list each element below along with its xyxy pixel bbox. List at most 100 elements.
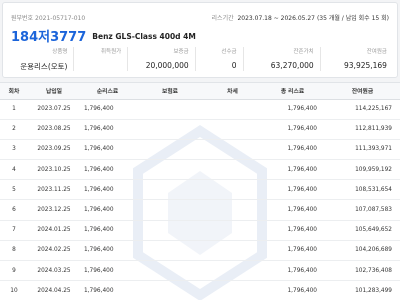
cell-net-lease-fee: 1,796,400 <box>80 179 135 201</box>
cell-vehicle-tax <box>205 139 260 161</box>
summary-acquisition-cost: 취득원가 <box>76 47 125 72</box>
cell-remaining-principal: 114,225,167 <box>325 99 400 120</box>
table-row[interactable]: 10 2024.04.25 1,796,400 1,796,400 101,283,49… <box>0 280 400 300</box>
cell-vehicle-tax <box>205 240 260 262</box>
cell-vehicle-tax <box>205 220 260 241</box>
cell-total-lease-fee: 1,796,400 <box>260 99 325 120</box>
cell-remaining-principal: 101,283,499 <box>325 280 400 300</box>
cell-payment-date: 2024.01.25 <box>28 220 80 241</box>
table-header-row: 회차 납입일 순리스료 보험료 차세 총 리스료 잔여원금 <box>0 83 400 100</box>
cell-vehicle-tax <box>205 280 260 300</box>
table-row[interactable]: 2 2023.08.25 1,796,400 1,796,400 112,811,939 <box>0 119 400 140</box>
table-row[interactable]: 9 2024.03.25 1,796,400 1,796,400 102,736,408 <box>0 260 400 282</box>
summary-label: 취득원가 <box>101 49 122 55</box>
summary-residual-value: 잔존가치 63,270,000 <box>246 47 318 72</box>
cell-installment: 8 <box>0 240 28 262</box>
cell-payment-date: 2023.07.25 <box>28 99 80 120</box>
cell-insurance <box>135 139 205 161</box>
lease-detail-page: 원부번호 2021-05717-010 리스기간 2023.07.18 ~ 20… <box>0 0 400 300</box>
cell-total-lease-fee: 1,796,400 <box>260 179 325 201</box>
cell-vehicle-tax <box>205 179 260 201</box>
contract-summary-card: 원부번호 2021-05717-010 리스기간 2023.07.18 ~ 20… <box>2 2 398 78</box>
summary-label: 상품명 <box>52 49 68 55</box>
cell-vehicle-tax <box>205 159 260 181</box>
summary-value: 운용리스(오토) <box>20 62 68 71</box>
cell-net-lease-fee: 1,796,400 <box>80 220 135 241</box>
summary-label: 잔존가치 <box>293 49 314 55</box>
table-row[interactable]: 6 2023.12.25 1,796,400 1,796,400 107,087,583 <box>0 199 400 221</box>
summary-divider <box>127 47 129 71</box>
cell-total-lease-fee: 1,796,400 <box>260 240 325 262</box>
table-row[interactable]: 7 2024.01.25 1,796,400 1,796,400 105,649,652 <box>0 220 400 241</box>
cell-insurance <box>135 119 205 140</box>
cell-total-lease-fee: 1,796,400 <box>260 119 325 140</box>
summary-value: 63,270,000 <box>270 61 314 70</box>
summary-product: 상품명 운용리스(오토) <box>11 47 71 72</box>
cell-vehicle-tax <box>205 119 260 140</box>
table-row[interactable]: 5 2023.11.25 1,796,400 1,796,400 108,531,654 <box>0 179 400 201</box>
header-net-lease-fee: 순리스료 <box>80 83 135 100</box>
vehicle-model: Benz GLS-Class 400d 4M <box>92 32 196 41</box>
contract-number-row: 원부번호 2021-05717-010 <box>11 13 85 22</box>
cell-insurance <box>135 99 205 120</box>
summary-prepayment: 선수금 0 <box>198 47 241 72</box>
cell-remaining-principal: 112,811,939 <box>325 119 400 140</box>
cell-installment: 5 <box>0 179 28 201</box>
cell-vehicle-tax <box>205 99 260 120</box>
cell-net-lease-fee: 1,796,400 <box>80 199 135 221</box>
cell-insurance <box>135 220 205 241</box>
header-insurance: 보험료 <box>135 83 205 100</box>
table-row[interactable]: 8 2024.02.25 1,796,400 1,796,400 104,206,689 <box>0 240 400 262</box>
cell-total-lease-fee: 1,796,400 <box>260 220 325 241</box>
header-remaining-principal: 잔여원금 <box>325 83 400 100</box>
cell-net-lease-fee: 1,796,400 <box>80 139 135 161</box>
contract-number: 2021-05717-010 <box>35 15 86 22</box>
summary-value: 93,925,169 <box>344 61 387 70</box>
cell-insurance <box>135 240 205 262</box>
cell-net-lease-fee: 1,796,400 <box>80 159 135 181</box>
vehicle-plate: 184저3777 <box>11 30 87 45</box>
cell-net-lease-fee: 1,796,400 <box>80 99 135 120</box>
cell-insurance <box>135 179 205 201</box>
cell-remaining-principal: 102,736,408 <box>325 260 400 282</box>
cell-total-lease-fee: 1,796,400 <box>260 260 325 282</box>
cell-remaining-principal: 108,531,654 <box>325 179 400 201</box>
cell-payment-date: 2024.03.25 <box>28 260 80 282</box>
lease-period-label: 리스기간 <box>211 15 234 22</box>
cell-vehicle-tax <box>205 199 260 221</box>
cell-total-lease-fee: 1,796,400 <box>260 199 325 221</box>
cell-insurance <box>135 260 205 282</box>
header-total-lease-fee: 총 리스료 <box>260 83 325 100</box>
header-payment-date: 납입일 <box>28 83 80 100</box>
summary-grid: 상품명 운용리스(오토) 취득원가 보증금 20,000,000 선수금 0 잔… <box>11 47 391 72</box>
cell-installment: 3 <box>0 139 28 161</box>
table-row[interactable]: 1 2023.07.25 1,796,400 1,796,400 114,225,167 <box>0 99 400 120</box>
summary-deposit: 보증금 20,000,000 <box>130 47 192 72</box>
cell-net-lease-fee: 1,796,400 <box>80 280 135 300</box>
cell-payment-date: 2023.09.25 <box>28 139 80 161</box>
payment-schedule-table: 회차 납입일 순리스료 보험료 차세 총 리스료 잔여원금 1 2023.07.2… <box>0 83 400 300</box>
lease-period-range: 2023.07.18 ~ 2026.05.27 <box>237 15 316 22</box>
cell-insurance <box>135 159 205 181</box>
table-body: 1 2023.07.25 1,796,400 1,796,400 114,225,167… <box>0 99 400 300</box>
header-installment: 회차 <box>0 83 28 100</box>
cell-remaining-principal: 104,206,689 <box>325 240 400 262</box>
summary-label: 보증금 <box>173 49 189 55</box>
cell-remaining-principal: 111,393,971 <box>325 139 400 161</box>
cell-remaining-principal: 107,087,583 <box>325 199 400 221</box>
table-row[interactable]: 3 2023.09.25 1,796,400 1,796,400 111,393,971 <box>0 139 400 161</box>
payment-schedule: 회차 납입일 순리스료 보험료 차세 총 리스료 잔여원금 1 2023.07.2… <box>0 82 400 300</box>
vehicle-title: 184저3777 Benz GLS-Class 400d 4M <box>11 26 196 45</box>
cell-total-lease-fee: 1,796,400 <box>260 280 325 300</box>
cell-installment: 4 <box>0 159 28 181</box>
cell-remaining-principal: 105,649,652 <box>325 220 400 241</box>
table-row[interactable]: 4 2023.10.25 1,796,400 1,796,400 109,959,192 <box>0 159 400 181</box>
summary-label: 잔여원금 <box>366 49 387 55</box>
cell-payment-date: 2023.10.25 <box>28 159 80 181</box>
summary-value: 0 <box>231 61 237 70</box>
cell-net-lease-fee: 1,796,400 <box>80 240 135 262</box>
lease-period-row: 리스기간 2023.07.18 ~ 2026.05.27 (35 개월 / 납입… <box>212 13 389 22</box>
cell-net-lease-fee: 1,796,400 <box>80 260 135 282</box>
summary-divider <box>73 47 75 71</box>
summary-divider <box>242 47 244 71</box>
